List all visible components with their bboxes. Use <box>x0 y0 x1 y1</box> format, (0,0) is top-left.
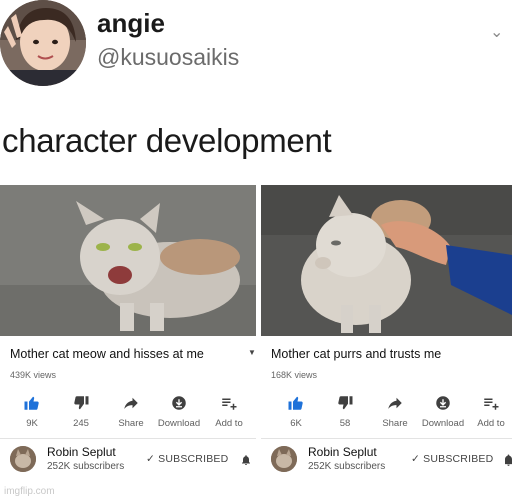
view-count: 168K views <box>271 370 318 380</box>
notification-bell[interactable] <box>503 453 512 472</box>
video-card-left: Mother cat meow and hisses at me ▼ 439K … <box>0 180 256 480</box>
user-handle[interactable]: @kusuosaikis <box>97 44 239 71</box>
download-button[interactable]: Download <box>416 394 470 429</box>
dislike-button[interactable]: 58 <box>318 394 372 429</box>
dislike-button[interactable]: 245 <box>54 394 108 429</box>
divider <box>0 438 256 439</box>
download-label: Download <box>421 418 465 429</box>
add-to-label: Add to <box>477 418 505 429</box>
video-thumbnail-purring-cat[interactable] <box>261 185 512 336</box>
subscriber-count: 252K subscribers <box>47 461 125 472</box>
download-button[interactable]: Download <box>152 394 206 429</box>
channel-avatar-image <box>10 446 36 472</box>
notification-bell[interactable] <box>240 453 252 472</box>
add-to-button[interactable]: Add to <box>464 394 512 429</box>
check-icon: ✓ <box>146 453 155 465</box>
subscribed-button[interactable]: ✓ SUBSCRIBED <box>411 453 493 465</box>
add-to-button[interactable]: Add to <box>202 394 256 429</box>
subscribed-label: SUBSCRIBED <box>423 453 494 465</box>
action-bar: 6K 58 Share Download Add to <box>261 394 512 438</box>
channel-name[interactable]: Robin Seplut <box>308 445 377 459</box>
channel-name[interactable]: Robin Seplut <box>47 445 116 459</box>
tweet-text: character development <box>2 122 332 159</box>
check-icon: ✓ <box>411 453 420 465</box>
dislike-icon <box>74 396 89 410</box>
add-to-label: Add to <box>215 418 243 429</box>
subscribed-label: SUBSCRIBED <box>158 453 229 465</box>
divider <box>261 438 512 439</box>
video-title[interactable]: Mother cat meow and hisses at me <box>10 347 204 361</box>
video-title[interactable]: Mother cat purrs and trusts me <box>271 347 441 361</box>
like-button[interactable]: 6K <box>269 394 323 429</box>
display-name[interactable]: angie <box>97 8 165 39</box>
share-icon <box>388 397 402 409</box>
bell-icon <box>242 455 250 465</box>
bell-icon <box>503 454 512 466</box>
channel-avatar[interactable] <box>10 446 36 472</box>
watermark: imgflip.com <box>4 486 55 497</box>
share-button[interactable]: Share <box>368 394 422 429</box>
share-icon <box>124 397 138 409</box>
download-icon <box>436 396 450 410</box>
share-button[interactable]: Share <box>104 394 158 429</box>
dislike-count: 58 <box>339 418 351 429</box>
share-label: Share <box>382 418 408 429</box>
chevron-down-icon[interactable]: ▼ <box>248 348 256 357</box>
share-label: Share <box>118 418 144 429</box>
profile-photo <box>0 0 86 86</box>
like-count: 6K <box>290 418 302 429</box>
purring-cat-image <box>261 185 512 336</box>
subscribed-button[interactable]: ✓ SUBSCRIBED <box>146 453 228 465</box>
download-label: Download <box>157 418 201 429</box>
like-count: 9K <box>26 418 38 429</box>
subscriber-count: 252K subscribers <box>308 461 386 472</box>
profile-avatar[interactable] <box>0 0 86 86</box>
like-icon <box>288 396 303 410</box>
like-button[interactable]: 9K <box>5 394 59 429</box>
action-bar: 9K 245 Share Download Add to <box>0 394 256 438</box>
video-card-right: Mother cat purrs and trusts me 168K view… <box>261 180 512 480</box>
channel-avatar-image <box>271 446 297 472</box>
view-count: 439K views <box>10 370 57 380</box>
add-to-playlist-icon <box>222 398 237 410</box>
like-icon <box>24 396 39 410</box>
dislike-icon <box>338 396 353 410</box>
video-thumbnail-hissing-cat[interactable] <box>0 185 256 336</box>
chevron-down-icon[interactable]: ⌄ <box>490 22 503 42</box>
dislike-count: 245 <box>73 418 89 429</box>
add-to-playlist-icon <box>484 398 499 410</box>
channel-avatar[interactable] <box>271 446 297 472</box>
download-icon <box>172 396 186 410</box>
hissing-cat-image <box>0 185 256 336</box>
